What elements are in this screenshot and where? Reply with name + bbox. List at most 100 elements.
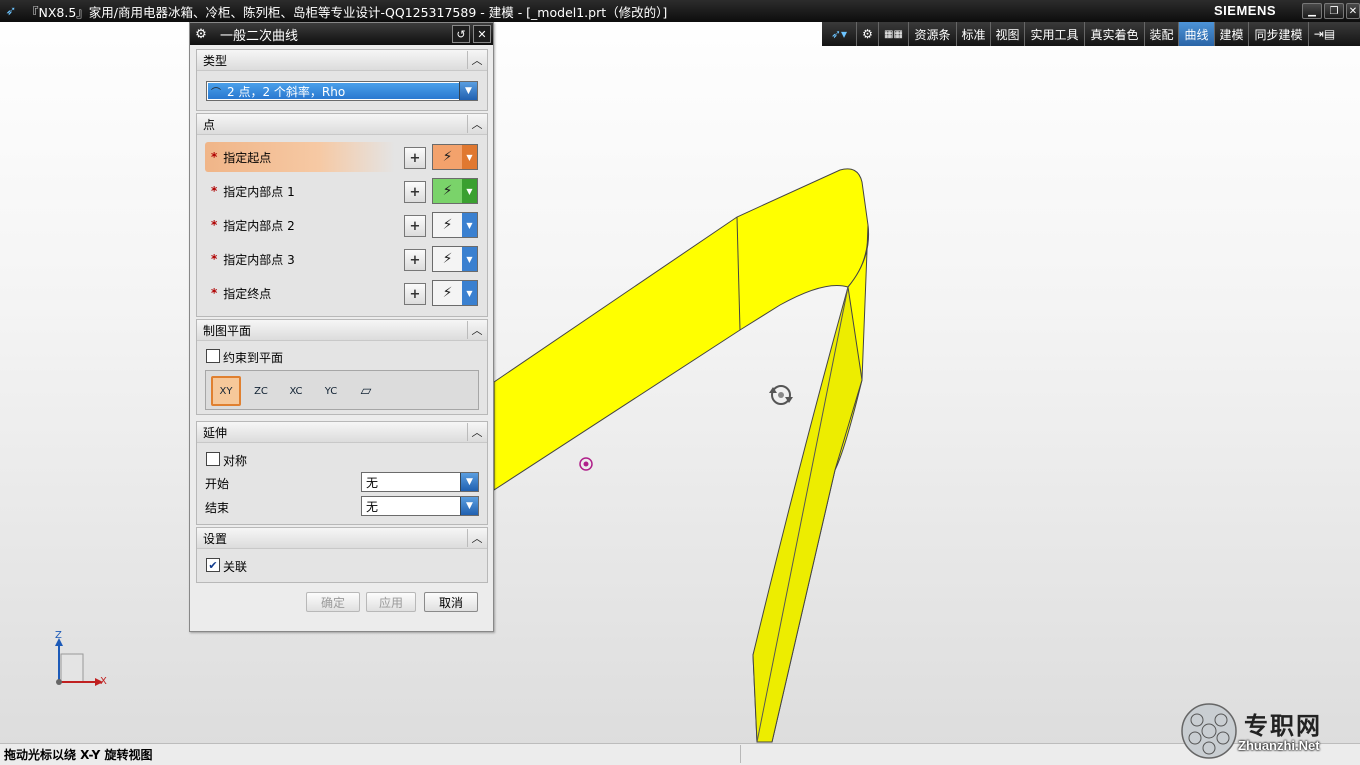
point-row-end[interactable]: * 指定终点 (205, 278, 395, 308)
extend-end-label: 结束 (205, 501, 230, 515)
type-selected-value: 2 点，2 个斜率，Rho (227, 84, 346, 99)
chevron-down-icon[interactable]: ▼ (462, 281, 477, 305)
point-dialog-button[interactable]: + (404, 283, 426, 305)
drawing-plane-group-title: 制图平面 (203, 323, 252, 338)
constrain-to-plane-checkbox[interactable] (206, 349, 220, 363)
xc-plane-icon[interactable]: XC (281, 376, 311, 406)
rotate-cursor-icon (769, 385, 793, 405)
chevron-down-icon[interactable]: ▼ (460, 473, 478, 491)
extend-group-header[interactable]: 延伸 ︿ (197, 422, 487, 443)
reset-icon[interactable]: ↺ (452, 25, 470, 43)
toolbar-tab-sync-modeling[interactable]: 同步建模 (1248, 22, 1308, 46)
collapse-chevron-icon[interactable]: ︿ (467, 529, 486, 547)
chevron-down-icon[interactable]: ▼ (462, 213, 477, 237)
required-star-icon: * (211, 184, 218, 198)
grid-icon[interactable]: ▦▦ (878, 22, 908, 46)
toolbar-tab-utilities[interactable]: 实用工具 (1024, 22, 1084, 46)
chevron-down-icon[interactable]: ▼ (460, 497, 478, 515)
point-snap-selector[interactable]: ⚡ ▼ (432, 212, 478, 238)
point-marker-icon (579, 457, 593, 471)
symmetric-checkbox[interactable] (206, 452, 220, 466)
cancel-button[interactable]: 取消 (424, 592, 478, 612)
plane-icon-label: XC (289, 385, 303, 397)
settings-group-title: 设置 (203, 531, 228, 546)
point-snap-selector[interactable]: ⚡ ▼ (432, 246, 478, 272)
point-dialog-button[interactable]: + (404, 215, 426, 237)
toolbar-tab-modeling[interactable]: 建模 (1214, 22, 1248, 46)
extend-group: 延伸 ︿ 对称 开始 无 ▼ 结束 无 ▼ (196, 421, 488, 525)
xy-plane-icon[interactable]: XY (211, 376, 241, 406)
ok-button[interactable]: 确定 (306, 592, 360, 612)
point-row-interior-1[interactable]: * 指定内部点 1 (205, 176, 395, 206)
toolbar-tab-standard[interactable]: 标准 (956, 22, 990, 46)
associative-checkbox[interactable]: ✔ (206, 558, 220, 572)
type-dropdown[interactable]: ⌒ 2 点，2 个斜率，Rho ▼ (206, 81, 478, 101)
points-group: 点 ︿ * 指定起点 + ⚡ ▼ * 指定内部点 1 + ⚡ ▼ * 指定内部点… (196, 113, 488, 317)
zc-plane-icon[interactable]: ZC (246, 376, 276, 406)
required-star-icon: * (211, 286, 218, 300)
points-group-header[interactable]: 点 ︿ (197, 114, 487, 135)
gear-icon[interactable]: ⚙ (856, 22, 878, 46)
point-row-start[interactable]: * 指定起点 (205, 142, 395, 172)
point-label: 指定内部点 3 (223, 252, 295, 267)
app-menu-icon[interactable]: ➶▾ (822, 22, 856, 46)
extend-start-value: 无 (366, 475, 379, 490)
point-snap-selector[interactable]: ⚡ ▼ (432, 178, 478, 204)
plane-icon-label: XY (219, 385, 233, 397)
dialog-title: 一般二次曲线 (220, 28, 299, 44)
required-star-icon: * (211, 150, 218, 164)
toolbar-tab-resource[interactable]: 资源条 (908, 22, 956, 46)
toolbar-overflow-icon[interactable]: ⇥▤ (1308, 22, 1340, 46)
point-dialog-button[interactable]: + (404, 181, 426, 203)
watermark-url: Zhuanzhi.Net (1238, 738, 1320, 753)
point-snap-selector[interactable]: ⚡ ▼ (432, 280, 478, 306)
drawing-plane-group-header[interactable]: 制图平面 ︿ (197, 320, 487, 341)
extend-start-dropdown[interactable]: 无 ▼ (361, 472, 479, 492)
chevron-down-icon[interactable]: ▼ (459, 82, 477, 100)
settings-group-header[interactable]: 设置 ︿ (197, 528, 487, 549)
siemens-brand: SIEMENS (1214, 3, 1277, 18)
toolbar-tab-true-shading[interactable]: 真实着色 (1084, 22, 1144, 46)
window-titlebar: ➶ 『NX8.5』家用/商用电器冰箱、冷柜、陈列柜、岛柜等专业设计-QQ1253… (0, 0, 1360, 22)
yc-plane-icon[interactable]: YC (316, 376, 346, 406)
point-label: 指定终点 (223, 286, 272, 301)
collapse-chevron-icon[interactable]: ︿ (467, 321, 486, 339)
point-snap-selector[interactable]: ⚡ ▼ (432, 144, 478, 170)
apply-button[interactable]: 应用 (366, 592, 416, 612)
toolbar-tab-view[interactable]: 视图 (990, 22, 1024, 46)
collapse-chevron-icon[interactable]: ︿ (467, 423, 486, 441)
toolbar-tab-assembly[interactable]: 装配 (1144, 22, 1178, 46)
plane-icon-label: ZC (254, 385, 268, 397)
required-star-icon: * (211, 218, 218, 232)
conic-type-icon: ⌒ (211, 87, 221, 99)
status-message: 拖动光标以绕 X-Y 旋转视图 (4, 748, 153, 762)
inferred-point-icon: ⚡ (442, 149, 453, 165)
minimize-icon[interactable]: ▁ (1302, 3, 1322, 19)
toolbar-tab-curve[interactable]: 曲线 (1178, 22, 1214, 46)
restore-icon[interactable]: ❐ (1324, 3, 1344, 19)
general-conic-dialog: ⚙ 一般二次曲线 ↺ ✕ 类型 ︿ ⌒ 2 点，2 个斜率，Rho ▼ 点 ︿ … (189, 22, 494, 632)
inferred-point-icon: ⚡ (442, 217, 453, 233)
point-row-interior-3[interactable]: * 指定内部点 3 (205, 244, 395, 274)
points-group-title: 点 (203, 117, 216, 132)
triad-x-label: X (100, 676, 107, 687)
specify-plane-icon[interactable]: ▱ (351, 376, 381, 406)
point-label: 指定内部点 1 (223, 184, 295, 199)
status-divider (740, 745, 741, 763)
chevron-down-icon[interactable]: ▼ (462, 145, 477, 169)
type-group-header[interactable]: 类型 ︿ (197, 50, 487, 71)
symmetric-label: 对称 (223, 454, 248, 468)
close-icon[interactable]: ✕ (1346, 3, 1360, 19)
chevron-down-icon[interactable]: ▼ (462, 179, 477, 203)
chevron-down-icon[interactable]: ▼ (462, 247, 477, 271)
extend-end-dropdown[interactable]: 无 ▼ (361, 496, 479, 516)
point-dialog-button[interactable]: + (404, 249, 426, 271)
point-row-interior-2[interactable]: * 指定内部点 2 (205, 210, 395, 240)
dialog-titlebar: ⚙ 一般二次曲线 ↺ ✕ (190, 23, 493, 45)
collapse-chevron-icon[interactable]: ︿ (467, 51, 486, 69)
point-dialog-button[interactable]: + (404, 147, 426, 169)
collapse-chevron-icon[interactable]: ︿ (467, 115, 486, 133)
triad-z-label: Z (55, 630, 62, 641)
dialog-close-icon[interactable]: ✕ (473, 25, 491, 43)
dialog-gear-icon[interactable]: ⚙ (190, 27, 212, 42)
